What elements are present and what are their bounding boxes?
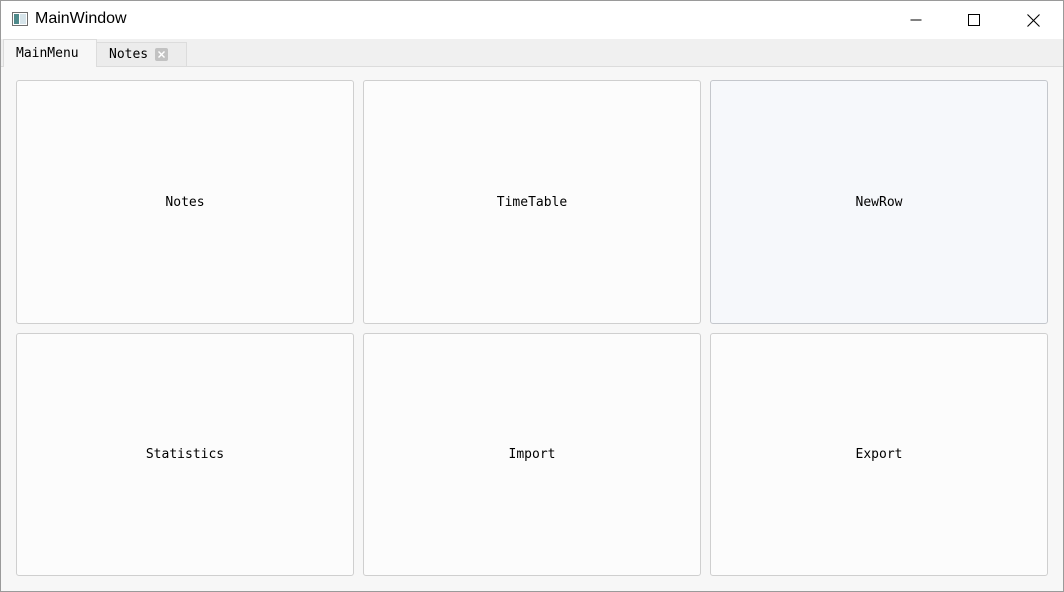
export-button[interactable]: Export — [710, 333, 1048, 576]
close-button[interactable] — [1004, 1, 1062, 39]
app-icon — [12, 12, 28, 26]
statistics-button[interactable]: Statistics — [16, 333, 354, 576]
tile-label: Import — [508, 447, 556, 462]
tab-label: MainMenu — [16, 46, 79, 61]
tab-notes[interactable]: Notes — [97, 42, 187, 67]
tile-label: TimeTable — [496, 194, 568, 210]
tab-label: Notes — [109, 47, 149, 62]
tab-bar: MainMenu Notes — [1, 39, 1063, 67]
notes-button[interactable]: Notes — [16, 80, 354, 324]
tab-close-icon[interactable] — [155, 48, 169, 61]
main-window: MainWindow MainMenu Notes Notes TimeTabl… — [0, 0, 1064, 592]
minimize-icon — [910, 19, 922, 21]
tile-label: Statistics — [145, 447, 225, 462]
import-button[interactable]: Import — [363, 333, 701, 576]
tab-mainmenu[interactable]: MainMenu — [3, 39, 97, 67]
tile-label: Export — [855, 447, 903, 462]
window-title: MainWindow — [35, 10, 127, 27]
main-menu-panel: Notes TimeTable NewRow Statistics Import… — [1, 67, 1063, 591]
tile-label: NewRow — [855, 194, 903, 210]
newrow-button[interactable]: NewRow — [710, 80, 1048, 324]
tile-label: Notes — [165, 194, 205, 210]
title-bar[interactable]: MainWindow — [1, 1, 1063, 39]
close-icon — [1026, 13, 1040, 27]
timetable-button[interactable]: TimeTable — [363, 80, 701, 324]
maximize-icon — [968, 14, 980, 26]
maximize-button[interactable] — [945, 1, 1003, 39]
minimize-button[interactable] — [887, 1, 945, 39]
